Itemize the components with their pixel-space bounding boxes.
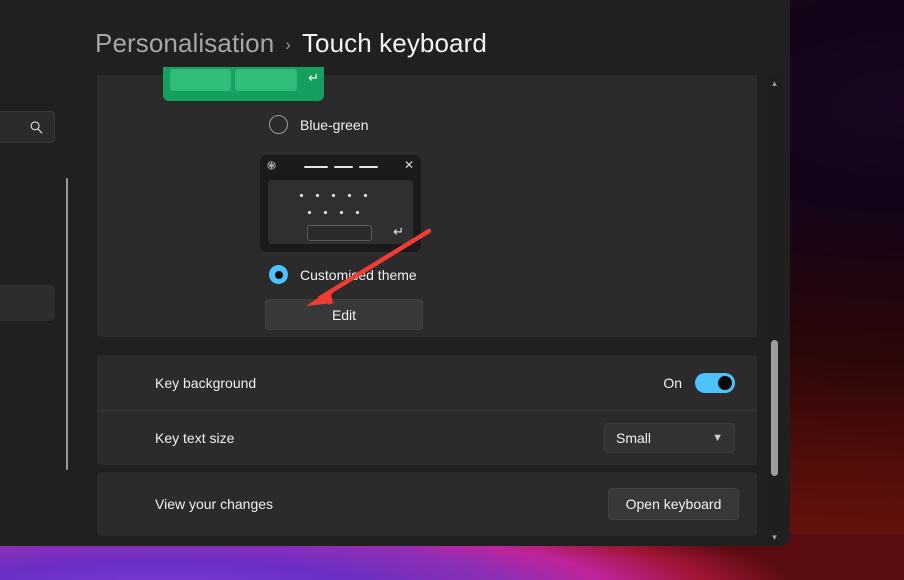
setting-label: Key background	[155, 374, 257, 391]
preview-suggestion-bar	[359, 166, 378, 168]
sidebar-scroll-indicator[interactable]	[66, 178, 68, 470]
breadcrumb-parent-link[interactable]: Personalisation	[95, 28, 274, 59]
open-keyboard-button[interactable]: Open keyboard	[608, 488, 739, 520]
search-icon	[30, 121, 43, 134]
radio-label: Blue-green	[300, 116, 369, 133]
key-text-size-select[interactable]: Small ▼	[604, 423, 735, 453]
chevron-down-icon: ▼	[712, 432, 723, 444]
settings-window: Personalisation › Touch keyboard ↵ Blue-…	[0, 0, 790, 546]
theme-picker-card: ↵ Blue-green ✕ ↵ Customised theme Edit	[97, 67, 757, 337]
preview-key	[170, 69, 231, 91]
toggle-state-label: On	[663, 374, 682, 391]
sidebar-item-selected[interactable]	[0, 285, 55, 321]
screen: Personalisation › Touch keyboard ↵ Blue-…	[0, 0, 904, 580]
settings-content: ↵ Blue-green ✕ ↵ Customised theme Edit K…	[97, 67, 759, 543]
radio-button[interactable]	[269, 115, 288, 134]
content-scrollbar[interactable]: ▲ ▼	[766, 75, 783, 545]
preview-key-dots-row	[308, 211, 359, 214]
view-changes-card: View your changes Open keyboard	[97, 472, 757, 536]
setting-row-key-text-size: Key text size Small ▼	[97, 410, 757, 465]
theme-preview-customised[interactable]: ✕ ↵	[260, 155, 421, 252]
toggle-knob	[718, 375, 732, 390]
preview-suggestion-bar	[304, 166, 328, 168]
preview-titlebar: ✕	[260, 155, 421, 179]
key-background-toggle[interactable]	[695, 372, 735, 393]
preview-suggestion-bar	[334, 166, 353, 168]
radio-option-blue-green[interactable]: Blue-green	[269, 115, 369, 134]
chevron-right-icon: ›	[285, 35, 291, 54]
preview-spacebar	[307, 225, 372, 241]
setting-label: Key text size	[155, 430, 235, 446]
gear-icon	[267, 161, 276, 170]
enter-icon: ↵	[308, 70, 319, 85]
radio-option-customised-theme[interactable]: Customised theme	[269, 265, 417, 284]
radio-button[interactable]	[269, 265, 288, 284]
search-input[interactable]	[0, 111, 55, 143]
keyboard-settings-card: Key background On Key text size Small ▼	[97, 355, 757, 465]
scroll-down-arrow-icon[interactable]: ▼	[766, 529, 783, 545]
page-title: Touch keyboard	[301, 28, 487, 58]
setting-control: On	[663, 372, 735, 393]
preview-key-dots-row	[300, 194, 367, 197]
select-value: Small	[616, 430, 652, 446]
breadcrumb: Personalisation › Touch keyboard	[95, 28, 487, 59]
preview-key	[235, 69, 297, 91]
setting-row-key-background: Key background On	[97, 355, 757, 410]
settings-sidebar	[0, 0, 97, 546]
enter-icon: ↵	[393, 224, 404, 239]
radio-label: Customised theme	[300, 266, 417, 283]
view-changes-label: View your changes	[155, 496, 274, 512]
theme-preview-blue-green[interactable]: ↵	[163, 67, 324, 101]
preview-key-area: ↵	[268, 180, 413, 244]
edit-button[interactable]: Edit	[265, 299, 423, 330]
close-icon: ✕	[403, 158, 414, 172]
setting-control: Small ▼	[604, 423, 735, 453]
scrollbar-thumb[interactable]	[771, 340, 778, 476]
scroll-up-arrow-icon[interactable]: ▲	[766, 75, 783, 91]
